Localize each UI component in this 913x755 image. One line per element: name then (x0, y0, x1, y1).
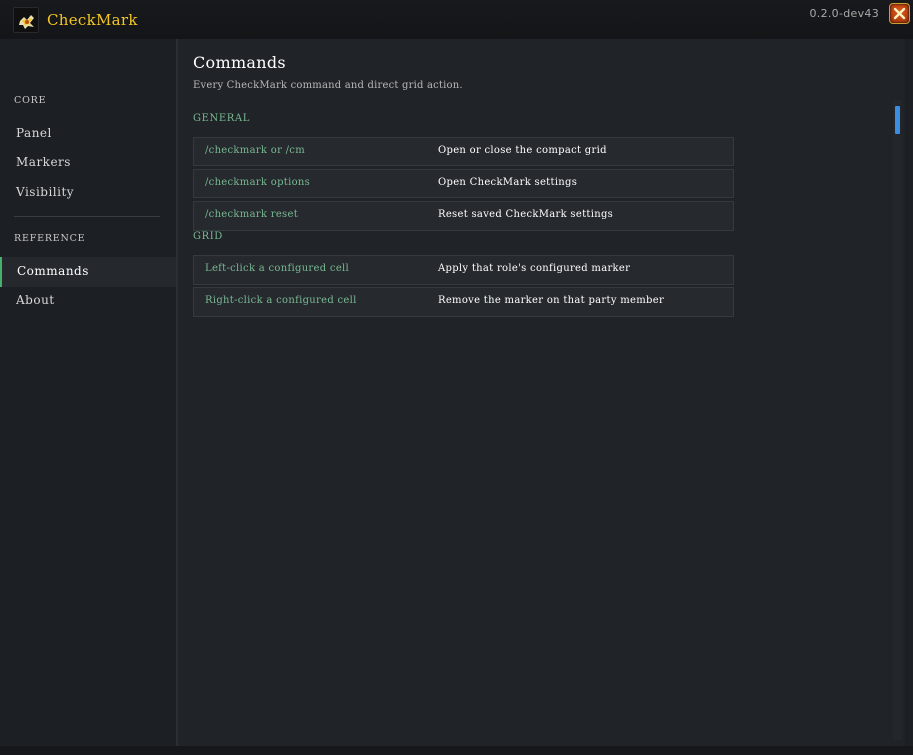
command-description: Open or close the compact grid (438, 145, 607, 156)
app-title: CheckMark (47, 11, 138, 29)
group-title-grid: GRID (193, 231, 223, 242)
page-subtitle: Every CheckMark command and direct grid … (193, 80, 463, 91)
command-text: /checkmark reset (205, 209, 299, 220)
command-row: Left-click a configured cell Apply that … (193, 255, 734, 285)
sidebar-section-reference: REFERENCE (14, 233, 86, 244)
command-description: Open CheckMark settings (438, 177, 578, 188)
command-text: Right-click a configured cell (205, 295, 357, 306)
sidebar-item-visibility[interactable]: Visibility (0, 178, 176, 208)
group-title-general: GENERAL (193, 113, 250, 124)
command-row: /checkmark options Open CheckMark settin… (193, 169, 734, 198)
title-bar[interactable]: CheckMark 0.2.0-dev43 (0, 0, 913, 39)
command-description: Reset saved CheckMark settings (438, 209, 614, 220)
sidebar-item-commands[interactable]: Commands (0, 257, 176, 287)
window-bottom-edge (0, 746, 913, 755)
command-text: /checkmark or /cm (205, 145, 305, 156)
command-row: /checkmark reset Reset saved CheckMark s… (193, 201, 734, 231)
sidebar-item-label: About (16, 293, 55, 307)
sidebar-item-label: Panel (16, 126, 52, 140)
sidebar-divider (14, 216, 160, 217)
version-label: 0.2.0-dev43 (809, 7, 879, 20)
close-x-icon (893, 7, 906, 20)
sidebar-item-label: Visibility (16, 185, 75, 199)
sidebar-item-label: Markers (16, 155, 71, 169)
scrollbar-thumb[interactable] (895, 106, 900, 134)
checkmark-logo-icon (13, 7, 39, 33)
active-indicator (0, 257, 2, 287)
sidebar-item-markers[interactable]: Markers (0, 148, 176, 178)
sidebar: CORE Panel Markers Visibility REFERENCE … (0, 39, 176, 755)
page-title: Commands (193, 53, 286, 72)
command-text: /checkmark options (205, 177, 311, 188)
sidebar-section-core: CORE (14, 95, 47, 106)
command-description: Remove the marker on that party member (438, 295, 665, 306)
command-description: Apply that role's configured marker (438, 263, 631, 274)
content-panel: Commands Every CheckMark command and dir… (176, 39, 905, 746)
checkmark-window: CheckMark 0.2.0-dev43 CORE Panel Markers… (0, 0, 913, 755)
close-button[interactable] (889, 3, 910, 24)
command-row: Right-click a configured cell Remove the… (193, 287, 734, 317)
sidebar-item-label: Commands (17, 264, 89, 278)
command-row: /checkmark or /cm Open or close the comp… (193, 137, 734, 166)
sidebar-item-about[interactable]: About (0, 286, 176, 316)
scrollbar-track[interactable] (893, 100, 902, 740)
sidebar-item-panel[interactable]: Panel (0, 119, 176, 149)
command-text: Left-click a configured cell (205, 263, 350, 274)
